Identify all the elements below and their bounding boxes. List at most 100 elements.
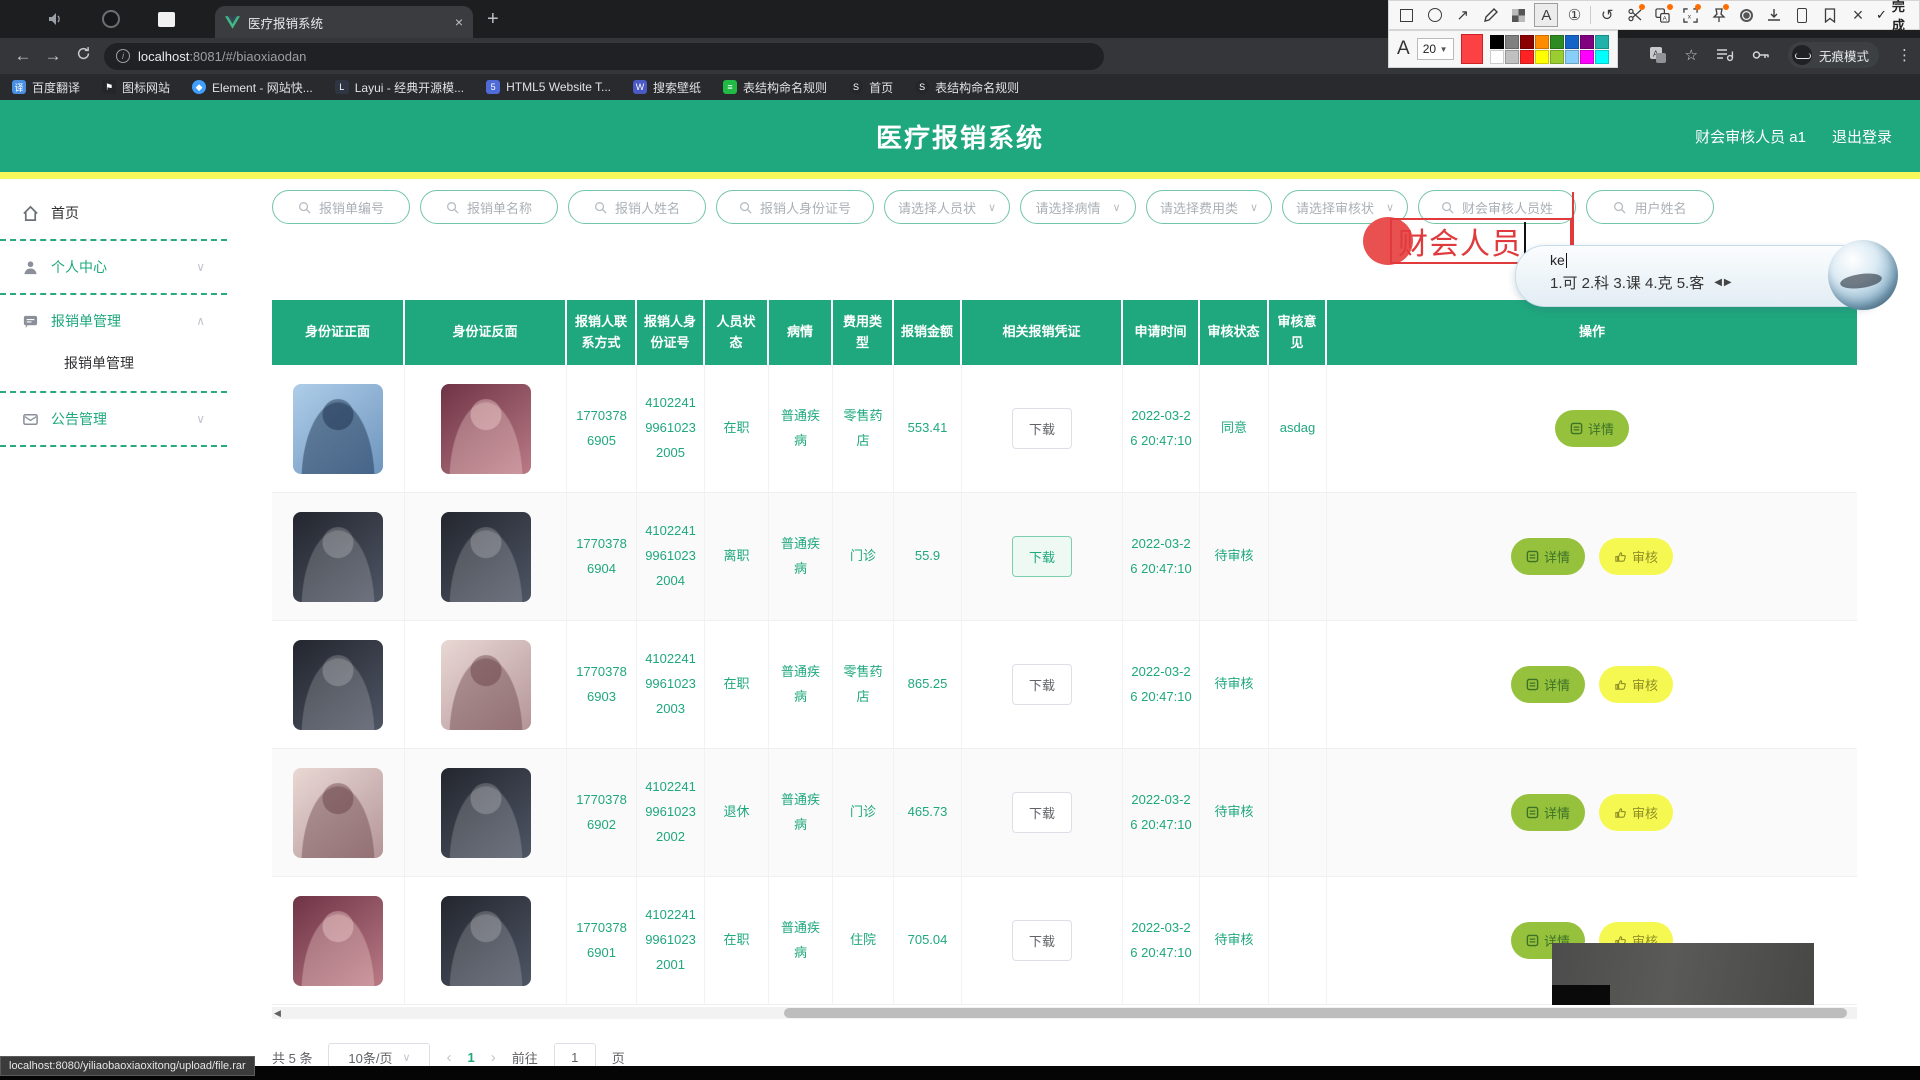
number-tool-icon[interactable]: ① [1562, 3, 1586, 27]
font-size-select[interactable]: 20▼ [1417, 38, 1454, 60]
search-input-id-number[interactable]: 报销人身份证号 [716, 190, 874, 224]
id-card-front-photo[interactable] [293, 512, 383, 602]
color-palette[interactable] [1490, 35, 1609, 64]
id-card-front-photo[interactable] [293, 768, 383, 858]
scroll-left-icon[interactable]: ◀ [274, 1008, 281, 1019]
prev-page-icon[interactable]: ‹ [446, 1049, 451, 1066]
bookmark-item[interactable]: 译百度翻译 [12, 79, 80, 96]
cell-idcard: 410224199610232002 [637, 749, 705, 876]
search-input-user-name[interactable]: 用户姓名 [1586, 190, 1714, 224]
flag-favicon: ⚑ [102, 80, 116, 94]
bottom-black-bar [0, 1066, 1920, 1080]
ime-page-arrows[interactable]: ◀▶ [1714, 277, 1733, 288]
cell-illness: 普通疾病 [769, 749, 833, 876]
ime-candidates[interactable]: 1.可 2.科 3.课 4.克 5.客 [1550, 272, 1704, 293]
download-button[interactable]: 下载 [1012, 792, 1072, 833]
forward-icon[interactable]: → [38, 46, 68, 66]
bookmark-item[interactable]: S首页 [849, 79, 893, 96]
ocr-translate-icon[interactable]: A [1651, 3, 1675, 27]
cell-audit-opinion [1269, 621, 1327, 748]
search-input-bill-no[interactable]: 报销单编号 [272, 190, 410, 224]
cell-status: 在职 [705, 621, 769, 748]
app-circle-icon[interactable] [102, 10, 120, 28]
done-button[interactable]: ✓完成 [1876, 0, 1913, 34]
select-illness[interactable]: 请选择病情∨ [1020, 190, 1136, 224]
back-icon[interactable]: ← [8, 46, 38, 66]
detail-button[interactable]: 详情 [1511, 794, 1585, 831]
rect-tool-icon[interactable] [1395, 3, 1419, 27]
download-icon[interactable] [1763, 3, 1787, 27]
download-button[interactable]: 下载 [1012, 664, 1072, 705]
current-page[interactable]: 1 [467, 1050, 474, 1065]
translate-icon[interactable]: A [1649, 46, 1667, 64]
bookmark-item[interactable]: ◆Element - 网站快... [192, 79, 313, 96]
sidebar-subitem-reimburse-list[interactable]: 报销单管理 [0, 341, 227, 385]
sidebar-item-home[interactable]: 首页 [0, 193, 227, 233]
text-tool-icon[interactable]: A [1534, 3, 1558, 27]
ellipse-tool-icon[interactable] [1423, 3, 1447, 27]
next-page-icon[interactable]: › [491, 1049, 496, 1066]
bookmark-item[interactable]: ⚑图标网站 [102, 79, 170, 96]
bookmark-item[interactable]: ≡表结构命名规则 [723, 79, 827, 96]
reload-icon[interactable] [68, 46, 98, 66]
id-card-back-photo[interactable] [441, 896, 531, 986]
logout-link[interactable]: 退出登录 [1832, 126, 1892, 147]
tab-close-icon[interactable]: × [455, 14, 463, 30]
id-card-back-photo[interactable] [441, 384, 531, 474]
search-input-person-name[interactable]: 报销人姓名 [568, 190, 706, 224]
audit-button[interactable]: 审核 [1599, 794, 1673, 831]
id-card-front-photo[interactable] [293, 384, 383, 474]
new-tab-icon[interactable]: + [487, 8, 499, 31]
bookmark-ribbon-icon[interactable] [1818, 3, 1842, 27]
address-bar[interactable]: i localhost:8081/#/biaoxiaodan [104, 43, 1104, 70]
browser-menu-icon[interactable]: ⋮ [1897, 46, 1912, 64]
scan-frame-icon[interactable]: x [1679, 3, 1703, 27]
select-fee-type[interactable]: 请选择费用类∨ [1146, 190, 1272, 224]
download-button[interactable]: 下载 [1012, 536, 1072, 577]
speaker-icon[interactable] [48, 12, 64, 26]
bookmark-star-icon[interactable]: ☆ [1685, 46, 1698, 64]
bookmark-item[interactable]: 5HTML5 Website T... [486, 80, 611, 94]
scrollbar-thumb[interactable] [784, 1008, 1847, 1018]
scissors-icon[interactable] [1623, 3, 1647, 27]
detail-button[interactable]: 详情 [1511, 666, 1585, 703]
id-card-back-photo[interactable] [441, 768, 531, 858]
phone-icon[interactable] [1790, 3, 1814, 27]
arrow-tool-icon[interactable]: ↗ [1451, 3, 1475, 27]
audit-button[interactable]: 审核 [1599, 538, 1673, 575]
select-person-status[interactable]: 请选择人员状∨ [884, 190, 1010, 224]
extensions-icon[interactable] [1716, 47, 1734, 63]
app-square-icon[interactable] [158, 12, 175, 27]
bookmark-item[interactable]: LLayui - 经典开源模... [335, 79, 464, 96]
bookmark-item[interactable]: W搜索壁纸 [633, 79, 701, 96]
page-info-icon[interactable]: i [116, 49, 130, 63]
detail-button[interactable]: 详情 [1555, 410, 1629, 447]
browser-tab[interactable]: 医疗报销系统 × [215, 6, 473, 38]
col-header: 相关报销凭证 [962, 300, 1123, 365]
key-icon[interactable] [1752, 49, 1770, 61]
record-icon[interactable] [1735, 3, 1759, 27]
cancel-icon[interactable]: × [1846, 3, 1870, 27]
mosaic-tool-icon[interactable] [1507, 3, 1531, 27]
divider [1590, 6, 1591, 24]
undo-icon[interactable]: ↺ [1595, 3, 1619, 27]
id-card-back-photo[interactable] [441, 640, 531, 730]
id-card-front-photo[interactable] [293, 640, 383, 730]
id-card-back-photo[interactable] [441, 512, 531, 602]
pen-tool-icon[interactable] [1479, 3, 1503, 27]
download-button[interactable]: 下载 [1012, 920, 1072, 961]
horizontal-scrollbar[interactable]: ◀ [272, 1007, 1857, 1019]
sidebar-item-reimburse-mgmt[interactable]: 报销单管理 ∧ [0, 301, 227, 341]
wallpaper-favicon: W [633, 80, 647, 94]
incognito-badge[interactable]: 无痕模式 [1788, 42, 1879, 68]
current-color-swatch[interactable] [1461, 34, 1483, 64]
download-button[interactable]: 下载 [1012, 408, 1072, 449]
id-card-front-photo[interactable] [293, 896, 383, 986]
search-input-bill-name[interactable]: 报销单名称 [420, 190, 558, 224]
sidebar-item-notice-mgmt[interactable]: 公告管理 ∨ [0, 399, 227, 439]
audit-button[interactable]: 审核 [1599, 666, 1673, 703]
sidebar-item-personal-center[interactable]: 个人中心 ∨ [0, 247, 227, 287]
detail-button[interactable]: 详情 [1511, 538, 1585, 575]
bookmark-item[interactable]: S表结构命名规则 [915, 79, 1019, 96]
pin-icon[interactable] [1707, 3, 1731, 27]
